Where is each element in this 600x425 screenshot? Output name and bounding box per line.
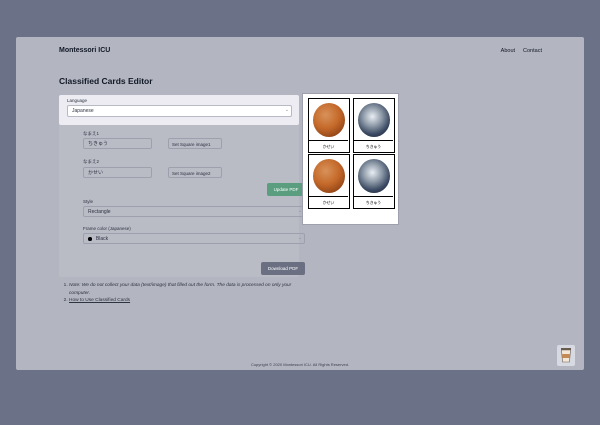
card-earth: ちきゅう: [353, 154, 395, 209]
set-image1-button[interactable]: Set Square image1: [168, 138, 222, 149]
download-pdf-button[interactable]: Download PDF: [261, 262, 305, 275]
chevron-down-icon: ⌄: [297, 235, 302, 241]
language-value: Japanese: [72, 108, 94, 114]
top-nav: About Contact: [501, 48, 542, 54]
style-label: Style: [83, 199, 94, 204]
frame-color-select[interactable]: Black ⌄: [83, 233, 305, 244]
footer-copyright: Copyright © 2020 Montessori ICU. All Rig…: [250, 362, 350, 367]
main-card: Montessori ICU About Contact Classified …: [16, 37, 584, 370]
editor-form: Language Japanese ⌄ なまえ1 ちきゅう Set Square…: [59, 95, 305, 277]
language-select[interactable]: Japanese ⌄: [67, 105, 292, 117]
name2-input[interactable]: かせい: [83, 167, 152, 178]
nav-about[interactable]: About: [501, 48, 515, 54]
name2-label: なまえ2: [83, 159, 100, 164]
brand-logo[interactable]: Montessori ICU: [59, 47, 110, 54]
style-value: Rectangle: [88, 209, 111, 215]
name1-input[interactable]: ちきゅう: [83, 138, 152, 149]
set-image2-button[interactable]: Set Square image2: [168, 167, 222, 178]
mars-image: [313, 103, 345, 137]
style-select[interactable]: Rectangle ⌄: [83, 206, 305, 217]
language-label: Language: [67, 98, 88, 103]
card-mars: かせい: [308, 154, 350, 209]
privacy-note: Note: We do not collect your data (text/…: [69, 282, 309, 297]
earth-image: [358, 103, 390, 137]
language-section: Language Japanese ⌄: [59, 95, 299, 125]
coffee-cup-icon[interactable]: [557, 345, 575, 366]
page-title: Classified Cards Editor: [59, 76, 153, 86]
pdf-preview: かせい ちきゅう かせい ちきゅう: [302, 93, 399, 225]
how-to-link-item: How to Use Classified Cards: [69, 297, 309, 305]
card-mars: かせい: [308, 98, 350, 153]
card-caption: ちきゅう: [365, 201, 382, 205]
earth-image: [358, 159, 390, 193]
frame-color-value: Black: [95, 236, 109, 243]
mars-image: [313, 159, 345, 193]
nav-contact[interactable]: Contact: [523, 48, 542, 54]
card-caption: かせい: [322, 201, 335, 205]
how-to-link[interactable]: How to Use Classified Cards: [69, 298, 130, 303]
frame-color-label: Frame color (Japanese): [83, 226, 131, 231]
chevron-down-icon: ⌄: [284, 107, 289, 113]
name1-label: なまえ1: [83, 131, 100, 136]
card-earth: ちきゅう: [353, 98, 395, 153]
card-caption: かせい: [322, 145, 335, 149]
update-pdf-button[interactable]: Update PDF: [267, 183, 305, 196]
color-dot-icon: [88, 237, 92, 241]
notes-list: Note: We do not collect your data (text/…: [59, 282, 309, 305]
card-caption: ちきゅう: [365, 145, 382, 149]
